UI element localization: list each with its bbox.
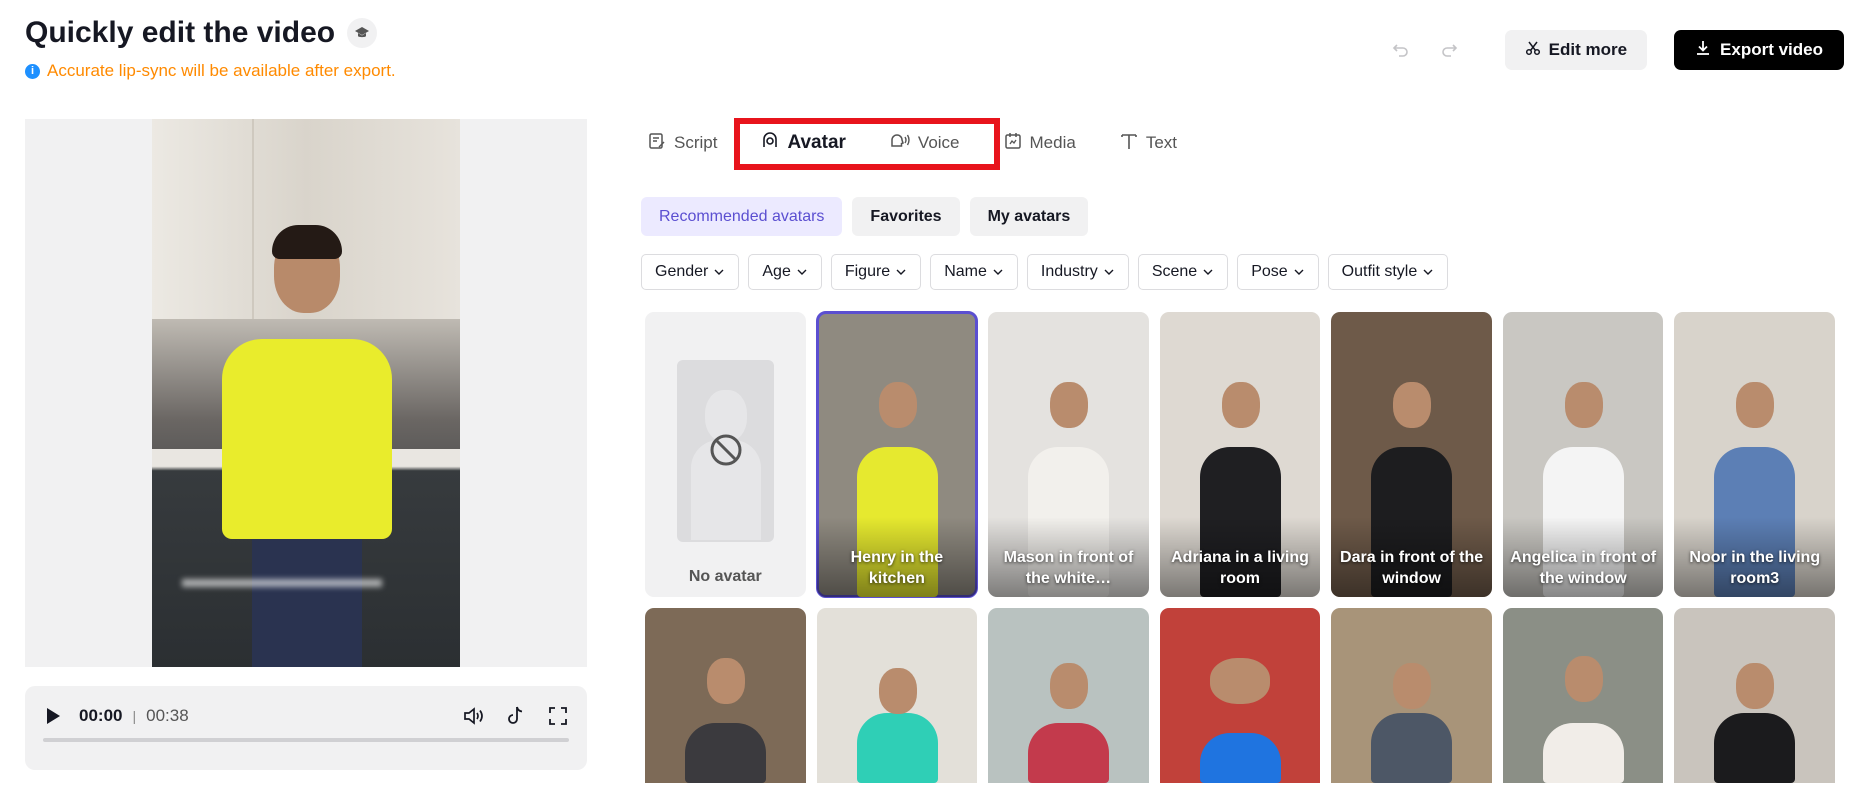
chevron-down-icon xyxy=(713,263,725,281)
avatar-card[interactable] xyxy=(1331,608,1492,783)
avatar-card[interactable] xyxy=(1674,608,1836,783)
filter-industry[interactable]: Industry xyxy=(1026,254,1129,290)
filter-gender[interactable]: Gender xyxy=(641,254,740,290)
time-separator: | xyxy=(132,708,137,724)
volume-icon[interactable] xyxy=(463,705,485,727)
avatar-card-angelica[interactable]: Angelica in front of the window xyxy=(1502,312,1664,597)
avatar-card-label: Noor in the living room3 xyxy=(1689,549,1821,587)
filter-gender-label: Gender xyxy=(655,263,709,280)
subtab-my-avatars[interactable]: My avatars xyxy=(969,197,1089,236)
annotation-highlight-box xyxy=(734,118,1000,170)
media-icon xyxy=(1004,132,1022,155)
export-video-label: Export video xyxy=(1720,40,1823,59)
avatar-filters: Gender Age Figure Name Industry Scene Po… xyxy=(641,254,1449,290)
script-icon xyxy=(648,132,666,155)
scissors-icon xyxy=(1525,40,1541,61)
avatar-grid: No avatar Henry in the kitchen Mason in … xyxy=(645,311,1836,794)
graduation-cap-icon[interactable] xyxy=(347,18,378,48)
filter-outfit-style[interactable]: Outfit style xyxy=(1327,254,1449,290)
export-video-button[interactable]: Export video xyxy=(1674,30,1844,70)
edit-more-button[interactable]: Edit more xyxy=(1504,30,1648,70)
filter-outfit-style-label: Outfit style xyxy=(1341,263,1418,280)
avatar-card[interactable] xyxy=(645,608,806,783)
no-entry-icon xyxy=(708,432,744,473)
preview-video-frame xyxy=(152,119,460,667)
avatar-subtabs: Recommended avatars Favorites My avatars xyxy=(641,197,1089,236)
avatar-card-mason[interactable]: Mason in front of the white… xyxy=(988,312,1149,597)
avatar-card-noor[interactable]: Noor in the living room3 xyxy=(1674,312,1836,597)
chevron-down-icon xyxy=(796,263,808,281)
page-header: Quickly edit the video xyxy=(25,16,378,50)
tab-script-label: Script xyxy=(674,133,718,152)
chevron-down-icon xyxy=(1103,263,1115,281)
filter-figure-label: Figure xyxy=(844,263,891,280)
tab-media[interactable]: Media xyxy=(1004,132,1076,155)
edit-more-label: Edit more xyxy=(1548,40,1628,59)
filter-scene[interactable]: Scene xyxy=(1137,254,1229,290)
player-controls: 00:00 | 00:38 xyxy=(25,686,587,770)
avatar-card[interactable] xyxy=(1502,608,1664,783)
download-icon xyxy=(1695,40,1711,61)
blurred-caption xyxy=(182,579,382,587)
fullscreen-icon[interactable] xyxy=(547,705,569,727)
page-title: Quickly edit the video xyxy=(25,16,336,49)
video-preview[interactable] xyxy=(25,119,587,667)
filter-pose-label: Pose xyxy=(1251,263,1288,280)
play-icon[interactable] xyxy=(43,706,63,726)
top-actions: Edit more Export video xyxy=(1389,30,1844,70)
avatar-card[interactable] xyxy=(816,608,978,783)
avatar-card[interactable] xyxy=(988,608,1149,783)
avatar-card-label: Dara in front of the window xyxy=(1340,549,1484,587)
tab-text[interactable]: Text xyxy=(1120,132,1177,155)
subtab-recommended-avatars[interactable]: Recommended avatars xyxy=(641,197,843,236)
tab-media-label: Media xyxy=(1029,133,1076,152)
tab-script[interactable]: Script xyxy=(648,132,717,155)
avatar-card-label: Henry in the kitchen xyxy=(850,549,944,587)
avatar-card-adriana[interactable]: Adriana in a living room xyxy=(1159,312,1321,597)
text-icon xyxy=(1120,132,1138,155)
info-icon: i xyxy=(25,63,40,79)
avatar-card-dara[interactable]: Dara in front of the window xyxy=(1331,312,1492,597)
avatar-card-henry[interactable]: Henry in the kitchen xyxy=(815,311,979,598)
chevron-down-icon xyxy=(895,263,907,281)
tiktok-icon[interactable] xyxy=(505,705,527,727)
avatar-card-label: Adriana in a living room xyxy=(1171,549,1309,587)
subtab-favorites[interactable]: Favorites xyxy=(852,197,960,236)
notice-text: Accurate lip-sync will be available afte… xyxy=(47,61,396,80)
filter-age[interactable]: Age xyxy=(748,254,822,290)
avatar-card-label: Mason in front of the white… xyxy=(1003,549,1134,587)
filter-pose[interactable]: Pose xyxy=(1237,254,1319,290)
filter-industry-label: Industry xyxy=(1040,263,1098,280)
redo-icon[interactable] xyxy=(1437,38,1461,62)
chevron-down-icon xyxy=(992,263,1004,281)
duration: 00:38 xyxy=(146,706,189,725)
filter-name[interactable]: Name xyxy=(930,254,1018,290)
no-avatar-card[interactable]: No avatar xyxy=(645,312,806,597)
avatar-card[interactable] xyxy=(1159,608,1321,783)
filter-scene-label: Scene xyxy=(1151,263,1198,280)
filter-age-label: Age xyxy=(762,263,791,280)
avatar-row xyxy=(645,608,1836,783)
current-time: 00:00 xyxy=(79,706,123,725)
filter-name-label: Name xyxy=(944,263,987,280)
avatar-row: No avatar Henry in the kitchen Mason in … xyxy=(645,311,1836,598)
tab-text-label: Text xyxy=(1145,133,1178,152)
avatar-placeholder xyxy=(677,360,774,542)
lip-sync-notice: i Accurate lip-sync will be available af… xyxy=(25,61,396,81)
avatar-card-label: No avatar xyxy=(688,568,762,585)
progress-track[interactable] xyxy=(43,738,569,742)
chevron-down-icon xyxy=(1202,263,1214,281)
avatar-card-label: Angelica in front of the window xyxy=(1510,549,1657,587)
chevron-down-icon xyxy=(1293,263,1305,281)
undo-icon[interactable] xyxy=(1389,38,1413,62)
chevron-down-icon xyxy=(1422,263,1434,281)
filter-figure[interactable]: Figure xyxy=(830,254,922,290)
